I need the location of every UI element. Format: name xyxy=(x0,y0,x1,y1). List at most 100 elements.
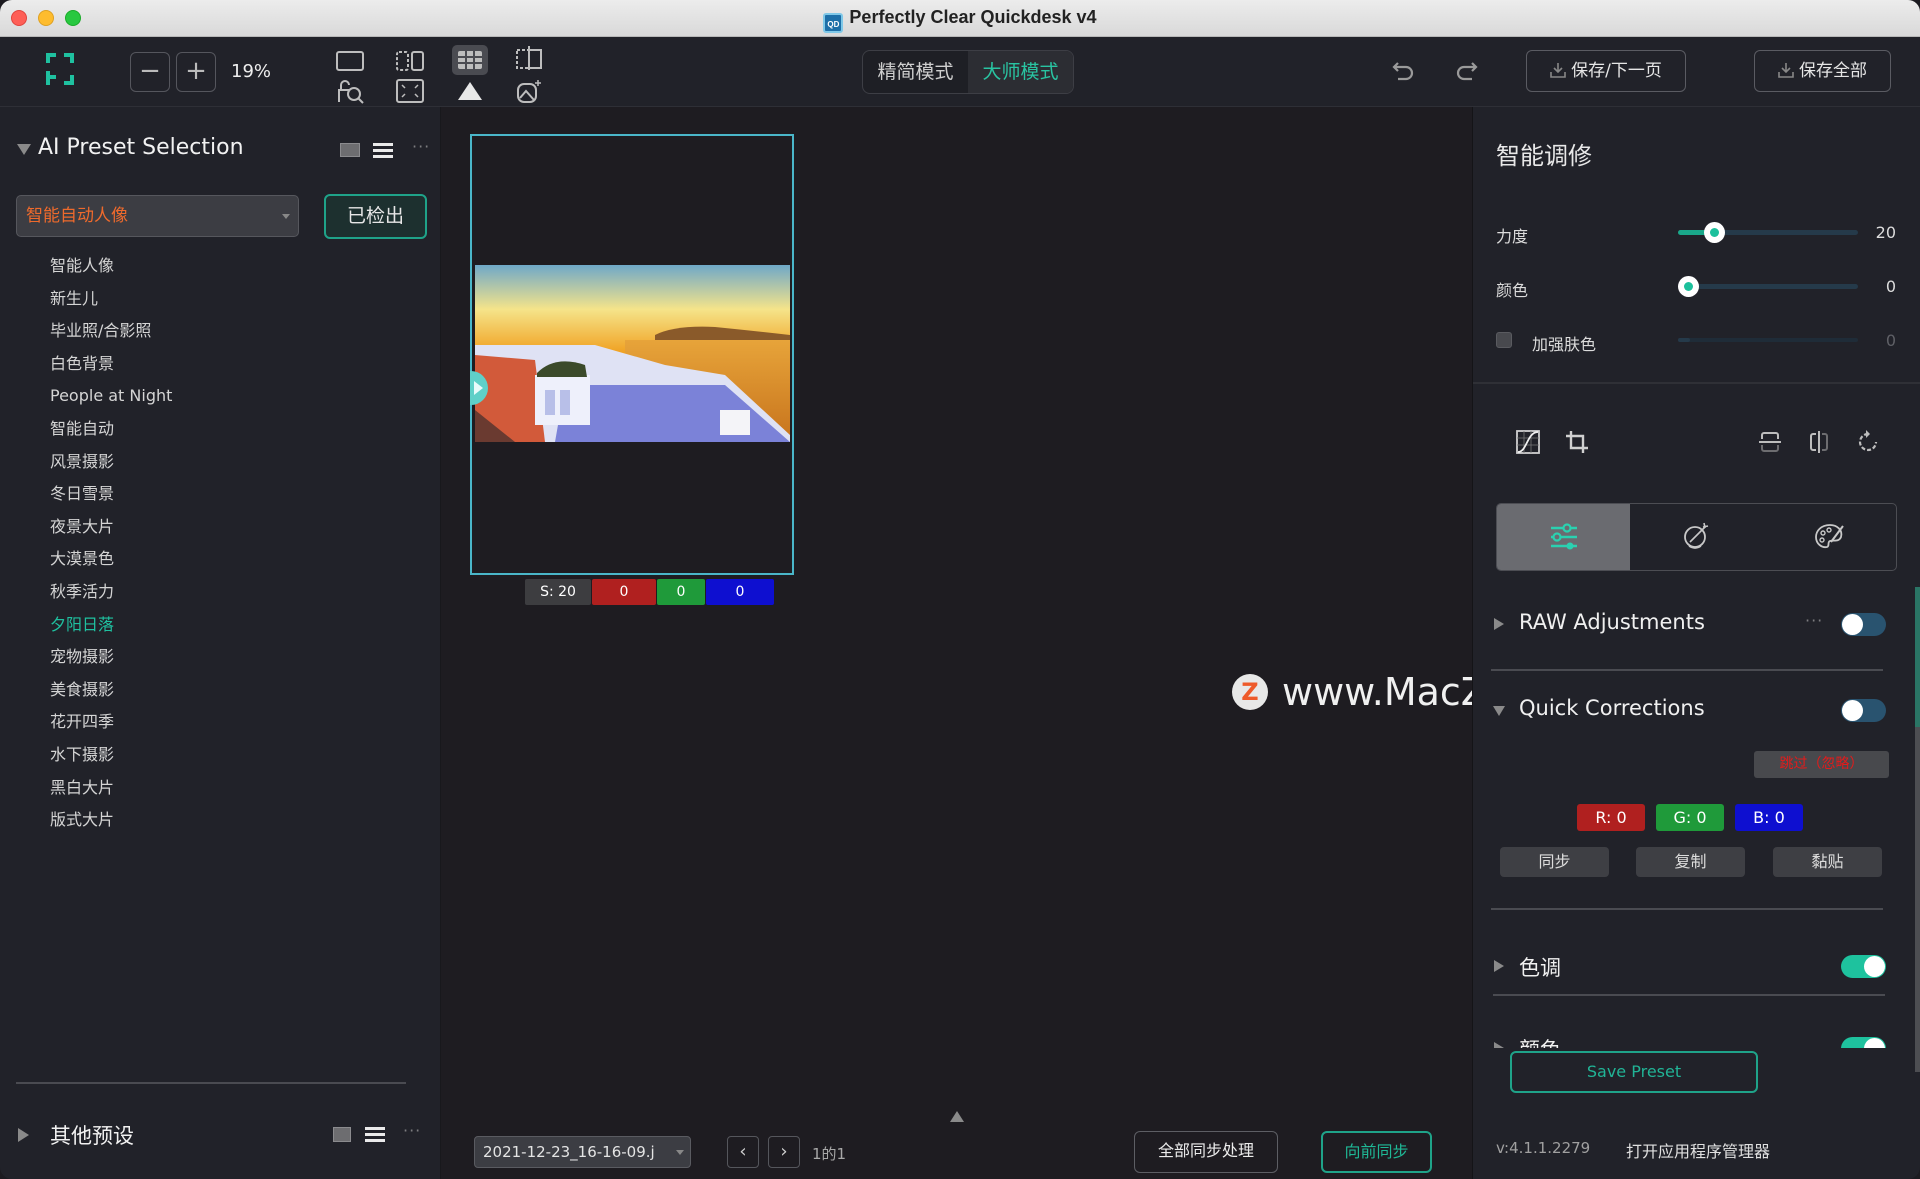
preset-item[interactable]: 白色背景 xyxy=(50,348,172,381)
color-slider[interactable] xyxy=(1678,276,1858,297)
palette-icon xyxy=(1814,524,1844,549)
preset-item[interactable]: 黑白大片 xyxy=(50,772,172,805)
blue-value-badge[interactable]: B: 0 xyxy=(1735,804,1803,831)
preset-item[interactable]: 智能人像 xyxy=(50,250,172,283)
red-value-badge[interactable]: R: 0 xyxy=(1577,804,1645,831)
save-all-button[interactable]: 保存全部 xyxy=(1754,50,1891,92)
single-view-icon[interactable] xyxy=(335,49,365,75)
section-label: 色调 xyxy=(1519,956,1561,980)
skip-ignore-button[interactable]: 跳过（忽略） xyxy=(1754,751,1889,778)
slider-thumb[interactable] xyxy=(1704,222,1725,243)
tone-toggle[interactable] xyxy=(1841,955,1886,978)
preset-item[interactable]: 美食摄影 xyxy=(50,674,172,707)
image-magic-icon[interactable] xyxy=(514,78,544,104)
flip-vertical-icon[interactable] xyxy=(1757,429,1783,455)
skin-tone-slider[interactable] xyxy=(1678,338,1858,342)
detected-button[interactable]: 已检出 xyxy=(324,194,427,239)
crop-view-icon[interactable] xyxy=(514,45,544,71)
grid-view-icon[interactable] xyxy=(340,143,360,157)
expand-triangle-icon[interactable] xyxy=(1494,618,1504,630)
lock-search-icon[interactable] xyxy=(335,78,365,104)
sync-all-button[interactable]: 全部同步处理 xyxy=(1134,1131,1278,1173)
panel-scrollbar[interactable] xyxy=(1915,587,1920,1072)
redo-icon[interactable] xyxy=(1452,57,1480,85)
expand-triangle-icon[interactable] xyxy=(1494,1042,1504,1048)
color-section-clip: 颜色 xyxy=(1473,1027,1913,1048)
expand-filmstrip-icon[interactable] xyxy=(950,1111,964,1122)
preset-item[interactable]: 夜景大片 xyxy=(50,511,172,544)
rotate-icon[interactable] xyxy=(1855,429,1881,455)
skin-tone-checkbox[interactable] xyxy=(1496,332,1512,348)
quick-corrections-section[interactable]: Quick Corrections xyxy=(1491,693,1886,729)
green-value-badge[interactable]: G: 0 xyxy=(1656,804,1724,831)
more-options-icon[interactable]: ··· xyxy=(412,137,430,156)
color-section[interactable]: 颜色 xyxy=(1491,1031,1886,1048)
paste-button[interactable]: 黏贴 xyxy=(1773,847,1882,877)
sync-forward-button[interactable]: 向前同步 xyxy=(1321,1131,1432,1173)
curves-icon[interactable] xyxy=(1515,429,1541,455)
slider-value: 20 xyxy=(1875,223,1896,242)
save-next-button[interactable]: 保存/下一页 xyxy=(1526,50,1686,92)
raw-adjustments-toggle[interactable] xyxy=(1841,613,1886,636)
collapse-triangle-icon[interactable] xyxy=(1493,706,1505,716)
fullscreen-icon[interactable] xyxy=(395,78,425,104)
expand-triangle-icon[interactable] xyxy=(18,1128,29,1142)
slider-fill xyxy=(1678,338,1690,342)
sync-button[interactable]: 同步 xyxy=(1500,847,1609,877)
tab-color[interactable] xyxy=(1763,504,1896,570)
list-view-icon[interactable] xyxy=(365,1127,385,1143)
copy-button[interactable]: 复制 xyxy=(1636,847,1745,877)
preset-item[interactable]: 大漠景色 xyxy=(50,543,172,576)
collapse-triangle-icon[interactable] xyxy=(17,144,31,155)
scrollbar-thumb[interactable] xyxy=(1915,587,1920,727)
preset-item[interactable]: 花开四季 xyxy=(50,706,172,739)
tone-section[interactable]: 色调 xyxy=(1491,949,1886,985)
save-preset-button[interactable]: Save Preset xyxy=(1510,1051,1758,1093)
tab-adjustments[interactable] xyxy=(1497,504,1630,570)
compare-view-icon[interactable] xyxy=(395,49,425,75)
prev-page-button[interactable]: ‹ xyxy=(727,1136,759,1168)
slider-label: 加强肤色 xyxy=(1532,335,1597,354)
preset-item[interactable]: 秋季活力 xyxy=(50,576,172,609)
slider-thumb[interactable] xyxy=(1678,276,1699,297)
preset-item[interactable]: 水下摄影 xyxy=(50,739,172,772)
triangle-up-icon[interactable] xyxy=(455,78,485,104)
zoom-out-button[interactable]: − xyxy=(130,52,170,92)
toggle-knob xyxy=(1842,614,1863,635)
adjustments-panel: 智能调修 力度 20 颜色 0 加强肤色 0 RAW Adjustments ·… xyxy=(1472,107,1920,1179)
tab-retouch[interactable] xyxy=(1630,504,1763,570)
crop-icon[interactable] xyxy=(1564,429,1590,455)
raw-adjustments-section[interactable]: RAW Adjustments ··· xyxy=(1491,607,1886,643)
master-mode-tab[interactable]: 大师模式 xyxy=(968,51,1073,93)
more-options-icon[interactable]: ··· xyxy=(403,1121,421,1140)
grid-view-icon[interactable] xyxy=(452,45,488,75)
quick-corrections-toggle[interactable] xyxy=(1841,699,1886,722)
file-dropdown[interactable]: 2021-12-23_16-16-09.j xyxy=(474,1136,691,1168)
preset-item[interactable]: 风景摄影 xyxy=(50,446,172,479)
preset-item[interactable]: 宠物摄影 xyxy=(50,641,172,674)
grid-view-icon[interactable] xyxy=(333,1127,351,1142)
download-icon xyxy=(1778,63,1794,78)
preset-item[interactable]: 夕阳日落 xyxy=(50,609,172,642)
preset-item[interactable]: 冬日雪景 xyxy=(50,478,172,511)
simple-mode-tab[interactable]: 精简模式 xyxy=(863,51,968,93)
expand-triangle-icon[interactable] xyxy=(1494,960,1504,972)
title-bar: QD Perfectly Clear Quickdesk v4 xyxy=(0,0,1920,37)
preset-dropdown[interactable]: 智能自动人像 xyxy=(16,195,299,237)
strength-slider[interactable] xyxy=(1678,222,1858,243)
zoom-in-button[interactable]: + xyxy=(176,52,216,92)
more-options-icon[interactable]: ··· xyxy=(1805,611,1823,630)
next-page-button[interactable]: › xyxy=(768,1136,800,1168)
preset-item[interactable]: 版式大片 xyxy=(50,804,172,837)
open-app-manager-link[interactable]: 打开应用程序管理器 xyxy=(1626,1138,1770,1162)
preset-item[interactable]: 毕业照/合影照 xyxy=(50,315,172,348)
preset-item[interactable]: 智能自动 xyxy=(50,413,172,446)
list-view-icon[interactable] xyxy=(373,143,393,159)
color-toggle[interactable] xyxy=(1841,1037,1886,1048)
preset-item[interactable]: People at Night xyxy=(50,380,172,413)
flip-horizontal-icon[interactable] xyxy=(1806,429,1832,455)
undo-icon[interactable] xyxy=(1390,57,1418,85)
preset-item[interactable]: 新生儿 xyxy=(50,283,172,316)
mode-switch: 精简模式 大师模式 xyxy=(862,50,1074,94)
image-thumbnail[interactable] xyxy=(470,134,794,575)
